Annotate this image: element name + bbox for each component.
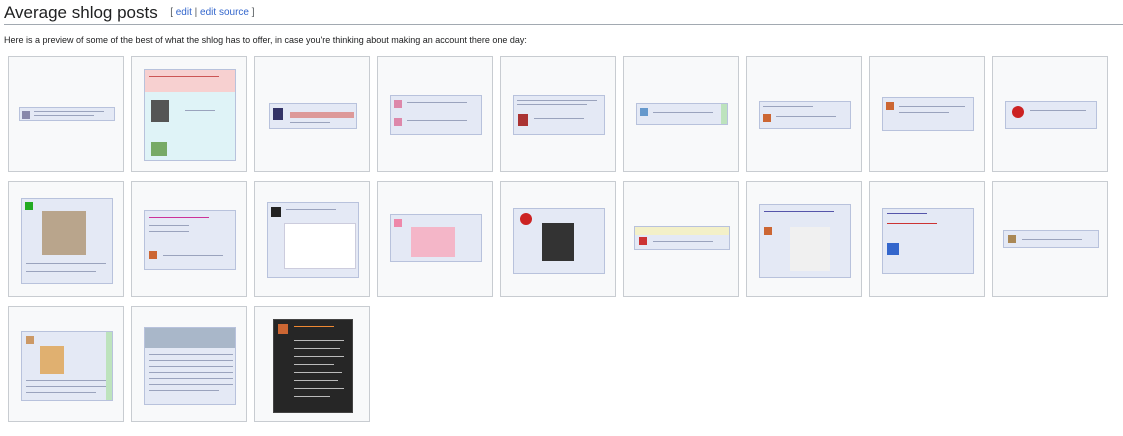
gallery-thumbnail[interactable]	[390, 214, 482, 262]
gallery-item[interactable]	[131, 181, 247, 297]
gallery-thumbnail[interactable]	[21, 198, 113, 284]
gallery-item[interactable]	[131, 306, 247, 422]
gallery-thumbnail[interactable]	[273, 319, 353, 413]
gallery-item[interactable]	[623, 181, 739, 297]
gallery-item[interactable]	[254, 56, 370, 172]
gallery-thumbnail[interactable]	[1003, 230, 1099, 248]
section-heading: Average shlog posts [ edit | edit source…	[4, 2, 1123, 25]
gallery-thumbnail[interactable]	[882, 208, 974, 274]
gallery-thumbnail[interactable]	[759, 101, 851, 129]
gallery-thumbnail[interactable]	[21, 331, 113, 401]
gallery-item[interactable]	[377, 181, 493, 297]
gallery-item[interactable]	[746, 181, 862, 297]
gallery-thumbnail[interactable]	[269, 103, 357, 129]
gallery-thumbnail[interactable]	[144, 210, 236, 270]
gallery-item[interactable]	[869, 181, 985, 297]
gallery-item[interactable]	[746, 56, 862, 172]
gallery-item[interactable]	[254, 181, 370, 297]
gallery-item[interactable]	[131, 56, 247, 172]
gallery-thumbnail[interactable]	[882, 97, 974, 131]
gallery-item[interactable]	[500, 56, 616, 172]
gallery-item[interactable]	[8, 181, 124, 297]
gallery-thumbnail[interactable]	[144, 69, 236, 161]
gallery-thumbnail[interactable]	[513, 95, 605, 135]
gallery-item[interactable]	[992, 56, 1108, 172]
gallery-thumbnail[interactable]	[390, 95, 482, 135]
gallery-item[interactable]	[8, 306, 124, 422]
intro-paragraph: Here is a preview of some of the best of…	[4, 35, 527, 45]
gallery-item[interactable]	[8, 56, 124, 172]
gallery-item[interactable]	[377, 56, 493, 172]
gallery-item[interactable]	[623, 56, 739, 172]
gallery-thumbnail[interactable]	[267, 202, 359, 278]
gallery-thumbnail[interactable]	[513, 208, 605, 274]
gallery-thumbnail[interactable]	[19, 107, 115, 121]
edit-link[interactable]: edit	[176, 7, 192, 18]
gallery-item[interactable]	[869, 56, 985, 172]
gallery-item[interactable]	[254, 306, 370, 422]
section-title: Average shlog posts	[4, 3, 158, 22]
gallery-thumbnail[interactable]	[634, 226, 730, 250]
edit-source-link[interactable]: edit source	[200, 7, 249, 18]
gallery-thumbnail[interactable]	[636, 103, 728, 125]
gallery-item[interactable]	[992, 181, 1108, 297]
gallery-thumbnail[interactable]	[144, 327, 236, 405]
edit-section-links: [ edit | edit source ]	[170, 7, 255, 18]
gallery-item[interactable]	[500, 181, 616, 297]
gallery-thumbnail[interactable]	[759, 204, 851, 278]
gallery-thumbnail[interactable]	[1005, 101, 1097, 129]
